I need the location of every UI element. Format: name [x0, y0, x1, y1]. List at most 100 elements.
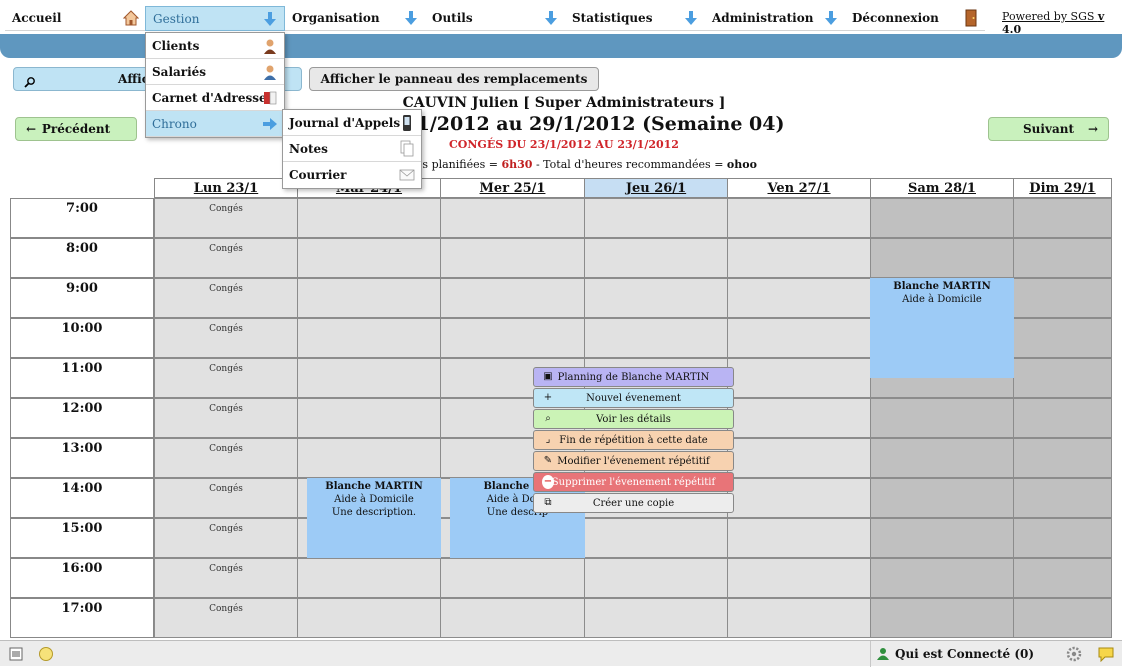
- time-slot[interactable]: [870, 238, 1014, 278]
- time-slot[interactable]: [297, 198, 441, 238]
- time-slot[interactable]: [584, 598, 728, 638]
- time-slot[interactable]: Congés: [154, 278, 298, 318]
- time-slot[interactable]: [297, 558, 441, 598]
- show-replacements-button[interactable]: Afficher le panneau des remplacements: [309, 67, 599, 91]
- menu-journal-appels[interactable]: Journal d'Appels: [283, 110, 421, 136]
- time-slot[interactable]: Congés: [154, 478, 298, 518]
- chat-icon[interactable]: [38, 646, 54, 662]
- who-is-connected[interactable]: Qui est Connecté (0): [870, 641, 1055, 667]
- time-slot[interactable]: [440, 598, 585, 638]
- time-slot[interactable]: [727, 398, 871, 438]
- time-slot[interactable]: [297, 398, 441, 438]
- menu-courrier[interactable]: Courrier: [283, 162, 421, 188]
- time-slot[interactable]: [727, 238, 871, 278]
- time-slot[interactable]: [1013, 518, 1112, 558]
- time-slot[interactable]: [584, 318, 728, 358]
- time-slot[interactable]: [1013, 438, 1112, 478]
- day-header[interactable]: Mer 25/1: [440, 178, 585, 198]
- time-slot[interactable]: [584, 238, 728, 278]
- time-slot[interactable]: [297, 318, 441, 358]
- time-slot[interactable]: [1013, 398, 1112, 438]
- time-slot[interactable]: [584, 278, 728, 318]
- time-slot[interactable]: [870, 598, 1014, 638]
- time-slot[interactable]: [727, 558, 871, 598]
- context-menu-item[interactable]: ⧉ Créer une copie: [533, 493, 734, 513]
- time-slot[interactable]: [440, 558, 585, 598]
- menu-chrono[interactable]: Chrono: [146, 111, 284, 137]
- context-menu-item[interactable]: ⌕ Voir les détails: [533, 409, 734, 429]
- day-header[interactable]: Ven 27/1: [727, 178, 871, 198]
- time-slot[interactable]: [870, 518, 1014, 558]
- time-slot[interactable]: [584, 558, 728, 598]
- time-slot[interactable]: Congés: [154, 438, 298, 478]
- time-slot[interactable]: [1013, 358, 1112, 398]
- time-slot[interactable]: [1013, 318, 1112, 358]
- time-slot[interactable]: [727, 318, 871, 358]
- powered-by-link[interactable]: Powered by SGS v 4.0: [1002, 10, 1122, 36]
- menu-salaries[interactable]: Salariés: [146, 59, 284, 85]
- time-slot[interactable]: Congés: [154, 598, 298, 638]
- time-slot[interactable]: [440, 238, 585, 278]
- window-icon[interactable]: [8, 646, 24, 662]
- calendar-event[interactable]: Blanche MARTIN Aide à Domicile: [870, 278, 1014, 378]
- time-slot[interactable]: [870, 198, 1014, 238]
- time-slot[interactable]: [1013, 558, 1112, 598]
- time-slot[interactable]: [1013, 598, 1112, 638]
- time-slot[interactable]: [584, 198, 728, 238]
- time-slot[interactable]: [727, 278, 871, 318]
- time-slot[interactable]: [440, 318, 585, 358]
- menu-outils[interactable]: Outils: [425, 6, 565, 31]
- time-slot[interactable]: [297, 238, 441, 278]
- menu-deconnexion[interactable]: Déconnexion: [845, 6, 985, 31]
- menu-clients-label: Clients: [152, 39, 200, 53]
- time-slot[interactable]: [1013, 278, 1112, 318]
- menu-administration[interactable]: Administration: [705, 6, 845, 31]
- time-slot[interactable]: [297, 438, 441, 478]
- time-slot[interactable]: [1013, 238, 1112, 278]
- menu-notes[interactable]: Notes: [283, 136, 421, 162]
- context-menu-item[interactable]: ▣ Planning de Blanche MARTIN: [533, 367, 734, 387]
- time-slot[interactable]: Congés: [154, 318, 298, 358]
- time-slot[interactable]: [727, 198, 871, 238]
- time-slot[interactable]: Congés: [154, 518, 298, 558]
- menu-organisation[interactable]: Organisation: [285, 6, 425, 31]
- day-header[interactable]: Jeu 26/1: [584, 178, 728, 198]
- time-slot[interactable]: [440, 278, 585, 318]
- context-menu-item[interactable]: ✎ Modifier l'évenement répétitif: [533, 451, 734, 471]
- gear-icon[interactable]: [1066, 646, 1082, 662]
- time-slot[interactable]: [870, 478, 1014, 518]
- time-slot[interactable]: [727, 358, 871, 398]
- help-chat-icon[interactable]: [1098, 646, 1114, 662]
- menu-statistiques[interactable]: Statistiques: [565, 6, 705, 31]
- day-header[interactable]: Dim 29/1: [1013, 178, 1112, 198]
- time-slot[interactable]: [440, 198, 585, 238]
- time-slot[interactable]: [727, 438, 871, 478]
- time-slot[interactable]: [727, 598, 871, 638]
- context-menu-item[interactable]: + Nouvel évenement: [533, 388, 734, 408]
- time-slot[interactable]: [1013, 478, 1112, 518]
- time-slot[interactable]: [297, 598, 441, 638]
- time-slot[interactable]: [297, 358, 441, 398]
- time-slot[interactable]: [870, 398, 1014, 438]
- menu-gestion[interactable]: Gestion: [145, 6, 285, 31]
- day-header[interactable]: Sam 28/1: [870, 178, 1014, 198]
- day-header[interactable]: Lun 23/1: [154, 178, 298, 198]
- time-slot[interactable]: [870, 438, 1014, 478]
- time-slot[interactable]: [584, 518, 728, 558]
- context-menu-item[interactable]: − Supprimer l'évenement répétitif: [533, 472, 734, 492]
- menu-clients[interactable]: Clients: [146, 33, 284, 59]
- time-slot[interactable]: [870, 558, 1014, 598]
- time-slot[interactable]: [1013, 198, 1112, 238]
- context-menu-item[interactable]: ⌟ Fin de répétition à cette date: [533, 430, 734, 450]
- menu-accueil[interactable]: Accueil: [5, 6, 145, 31]
- time-slot[interactable]: [297, 278, 441, 318]
- time-slot[interactable]: Congés: [154, 358, 298, 398]
- time-slot[interactable]: Congés: [154, 238, 298, 278]
- time-slot[interactable]: [727, 518, 871, 558]
- menu-carnet-adresse[interactable]: Carnet d'Adresse: [146, 85, 284, 111]
- time-slot[interactable]: [727, 478, 871, 518]
- time-slot[interactable]: Congés: [154, 198, 298, 238]
- time-slot[interactable]: Congés: [154, 398, 298, 438]
- calendar-event[interactable]: Blanche MARTIN Aide à Domicile Une descrip…: [307, 478, 441, 558]
- time-slot[interactable]: Congés: [154, 558, 298, 598]
